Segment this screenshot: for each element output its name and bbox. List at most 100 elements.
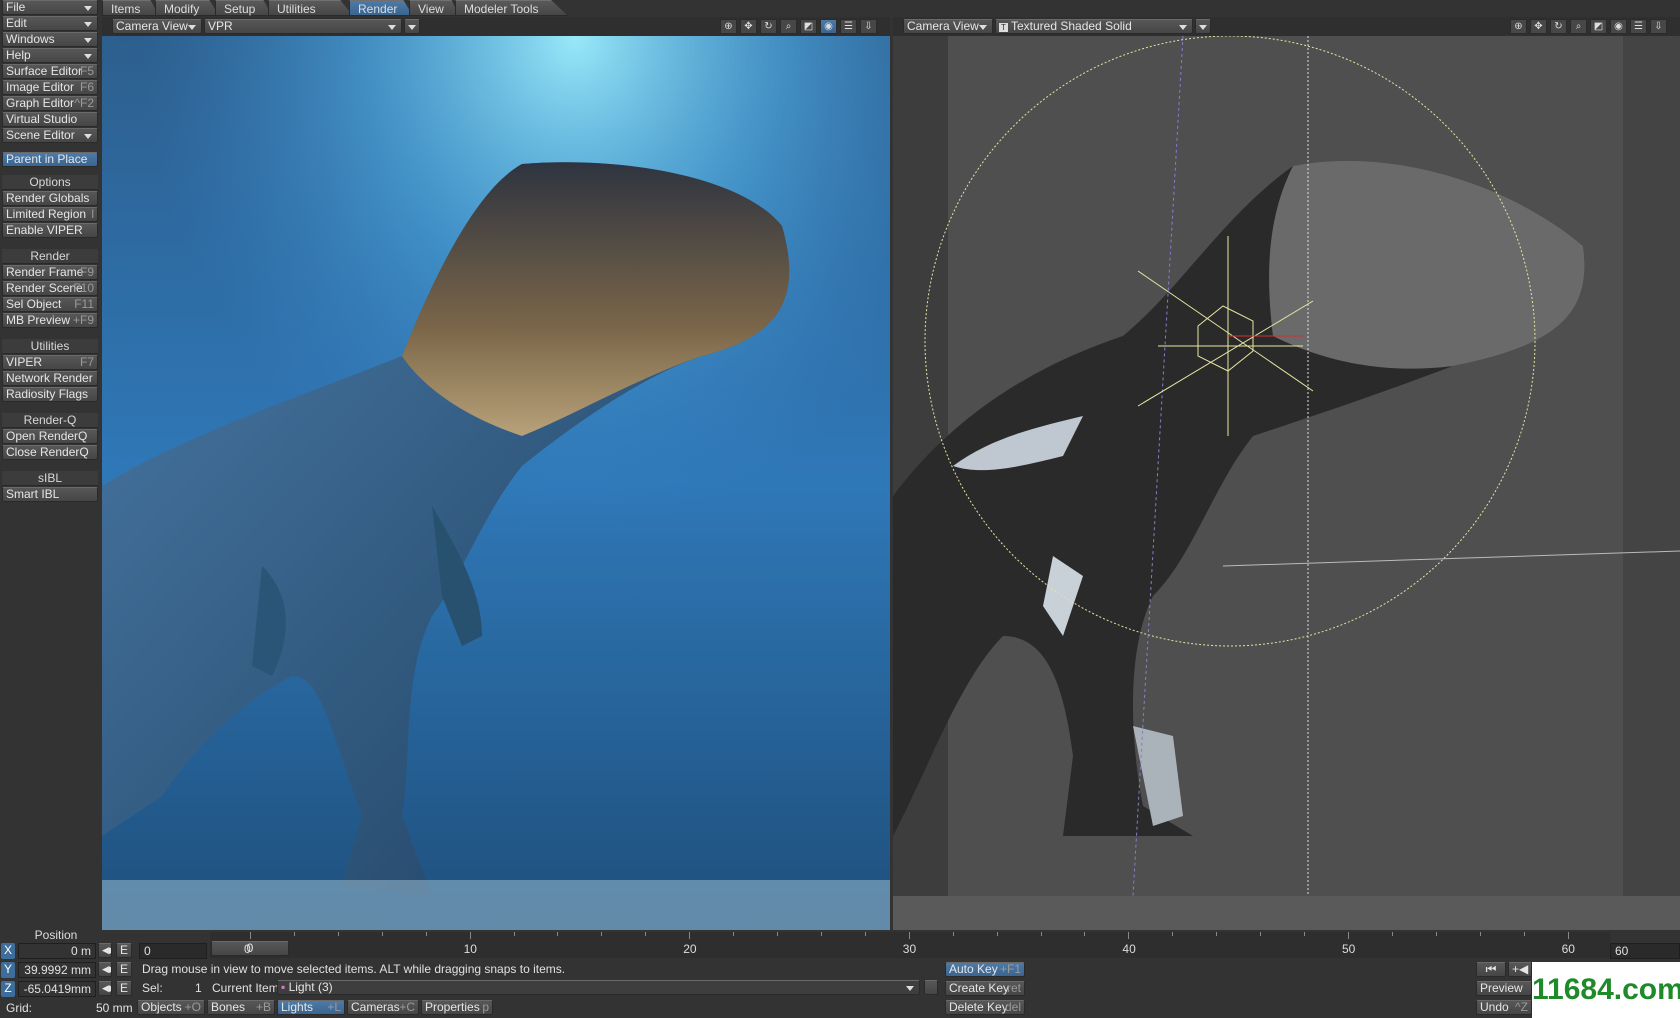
sidebar-item-radiosity-flags[interactable]: Radiosity Flags (2, 387, 98, 402)
timeline-tick (777, 932, 779, 936)
sidebar-item-graph-editor[interactable]: Graph Editor ^F2 (2, 96, 98, 111)
sidebar-item-label: Enable VIPER (6, 223, 83, 237)
sidebar-item-file[interactable]: File (2, 0, 98, 15)
render-camera-icon[interactable]: ◉ (820, 19, 837, 34)
chevron-down-icon (84, 54, 92, 59)
tab-utilities[interactable]: Utilities (268, 0, 353, 16)
rotate-view-icon[interactable]: ✥ (740, 19, 757, 34)
axis-x-button[interactable]: X (1, 943, 15, 959)
chevron-down-icon (84, 6, 92, 11)
maximize-icon[interactable]: ◩ (800, 19, 817, 34)
options-list-icon[interactable]: ☰ (1630, 19, 1647, 34)
rotate-view-icon[interactable]: ✥ (1530, 19, 1547, 34)
right-viewport-shaded[interactable] (893, 36, 1680, 930)
first-frame-button[interactable]: ⏮ (1476, 962, 1506, 977)
move-view-icon[interactable]: ⊕ (1510, 19, 1527, 34)
axis-y-button[interactable]: Y (1, 962, 15, 978)
shortcut-hint: F6 (79, 80, 94, 94)
tab-view[interactable]: View (409, 0, 459, 16)
sidebar-item-smart-ibl[interactable]: Smart IBL (2, 487, 98, 502)
tab-setup[interactable]: Setup (215, 0, 272, 16)
sidebar-item-open-renderq[interactable]: Open RenderQ (2, 429, 98, 444)
slider-arrows-icon[interactable]: ◀▶ (98, 981, 112, 996)
tab-modeler-tools[interactable]: Modeler Tools (455, 0, 568, 16)
sidebar-item-label: Smart IBL (6, 487, 60, 501)
sidebar-item-sel-object[interactable]: Sel Object F11 (2, 297, 98, 312)
sidebar-item-close-renderq[interactable]: Close RenderQ (2, 445, 98, 460)
mode-lights-button[interactable]: Lights +L (277, 1000, 345, 1015)
sidebar-item-limited-region[interactable]: Limited Region l (2, 207, 98, 222)
render-camera-icon[interactable]: ◉ (1610, 19, 1627, 34)
sidebar-item-image-editor[interactable]: Image Editor F6 (2, 80, 98, 95)
position-z-field[interactable]: -65.0419mm (18, 981, 96, 997)
sidebar-item-render-frame[interactable]: Render Frame F9 (2, 265, 98, 280)
envelope-x-button[interactable]: E (116, 943, 132, 958)
slider-arrows-icon[interactable]: ◀▶ (98, 962, 112, 977)
current-item-dropdown[interactable]: ▪ Light (3) (277, 980, 920, 995)
timeline-tick (908, 932, 910, 939)
shortcut-hint: ret (1006, 981, 1021, 995)
timeline-tick (1128, 932, 1130, 939)
key-label: Create Key (949, 981, 1010, 995)
timeline-tick-label: 40 (1122, 942, 1136, 956)
sidebar-item-render-globals[interactable]: Render Globals (2, 191, 98, 206)
delete-key-button[interactable]: Delete Key del (945, 1000, 1025, 1015)
zoom-view-icon[interactable]: ⌕ (1570, 19, 1587, 34)
start-frame-field[interactable]: 0 (139, 943, 207, 959)
tab-items[interactable]: Items (102, 0, 159, 16)
item-properties-button[interactable] (924, 980, 938, 995)
sidebar-item-mb-preview[interactable]: MB Preview +F9 (2, 313, 98, 328)
sel-count: 1 (195, 981, 202, 995)
save-view-icon[interactable]: ⇩ (860, 19, 877, 34)
slider-arrows-icon[interactable]: ◀▶ (98, 943, 112, 958)
axis-z-button[interactable]: Z (1, 981, 15, 997)
position-x-field[interactable]: 0 m (18, 943, 96, 959)
mode-objects-button[interactable]: Objects +O (137, 1000, 205, 1015)
tab-modify[interactable]: Modify (155, 0, 219, 16)
mode-bones-button[interactable]: Bones +B (207, 1000, 275, 1015)
create-key-button[interactable]: Create Key ret (945, 981, 1025, 996)
mode-properties-button[interactable]: Properties p (421, 1000, 493, 1015)
left-viewport-vpr-render[interactable] (102, 36, 890, 930)
timeline[interactable]: 0 0 10 20 30 40 50 60 (210, 932, 1610, 958)
sidebar-item-render-scene[interactable]: Render Scene F10 (2, 281, 98, 296)
timeline-tick (425, 932, 427, 936)
zoom-view-icon[interactable]: ⌕ (780, 19, 797, 34)
end-frame-field[interactable]: 60 (1610, 943, 1680, 959)
envelope-y-button[interactable]: E (116, 962, 132, 977)
auto-key-button[interactable]: Auto Key +F1 (945, 962, 1025, 977)
previous-key-button[interactable]: +◀ (1508, 962, 1532, 977)
position-y-field[interactable]: 39.9992 mm (18, 962, 96, 978)
sidebar-item-network-render[interactable]: Network Render (2, 371, 98, 386)
shortcut-hint: ^F2 (74, 96, 94, 110)
right-view-type-dropdown[interactable]: Camera View (903, 19, 993, 34)
left-viewport-options-dropdown[interactable] (404, 19, 420, 34)
left-view-type-dropdown[interactable]: Camera View (112, 19, 202, 34)
maximize-icon[interactable]: ◩ (1590, 19, 1607, 34)
undo-button[interactable]: Undo ^Z (1476, 1000, 1532, 1015)
sidebar-item-surface-editor[interactable]: Surface Editor F5 (2, 64, 98, 79)
sidebar-item-help[interactable]: Help (2, 48, 98, 63)
sidebar-item-virtual-studio[interactable]: Virtual Studio (2, 112, 98, 127)
orbit-view-icon[interactable]: ↻ (1550, 19, 1567, 34)
timeline-tick (381, 932, 383, 936)
tab-render[interactable]: Render (349, 0, 413, 16)
left-render-mode-dropdown[interactable]: VPR (204, 19, 402, 34)
orbit-view-icon[interactable]: ↻ (760, 19, 777, 34)
sidebar-item-viper[interactable]: VIPER F7 (2, 355, 98, 370)
mode-cameras-button[interactable]: Cameras +C (347, 1000, 419, 1015)
options-list-icon[interactable]: ☰ (840, 19, 857, 34)
move-view-icon[interactable]: ⊕ (720, 19, 737, 34)
right-viewport-options-dropdown[interactable] (1195, 19, 1211, 34)
parent-in-place-button[interactable]: Parent in Place (2, 152, 98, 167)
sidebar-item-windows[interactable]: Windows (2, 32, 98, 47)
preview-button[interactable]: Preview (1476, 981, 1532, 996)
sidebar-item-edit[interactable]: Edit (2, 16, 98, 31)
save-view-icon[interactable]: ⇩ (1650, 19, 1667, 34)
right-render-mode-dropdown[interactable]: T Textured Shaded Solid (995, 19, 1193, 34)
timeline-tick (645, 932, 647, 936)
envelope-z-button[interactable]: E (116, 981, 132, 996)
status-message: Drag mouse in view to move selected item… (142, 962, 566, 976)
sidebar-item-scene-editor[interactable]: Scene Editor (2, 128, 98, 143)
sidebar-item-enable-viper[interactable]: Enable VIPER (2, 223, 98, 238)
